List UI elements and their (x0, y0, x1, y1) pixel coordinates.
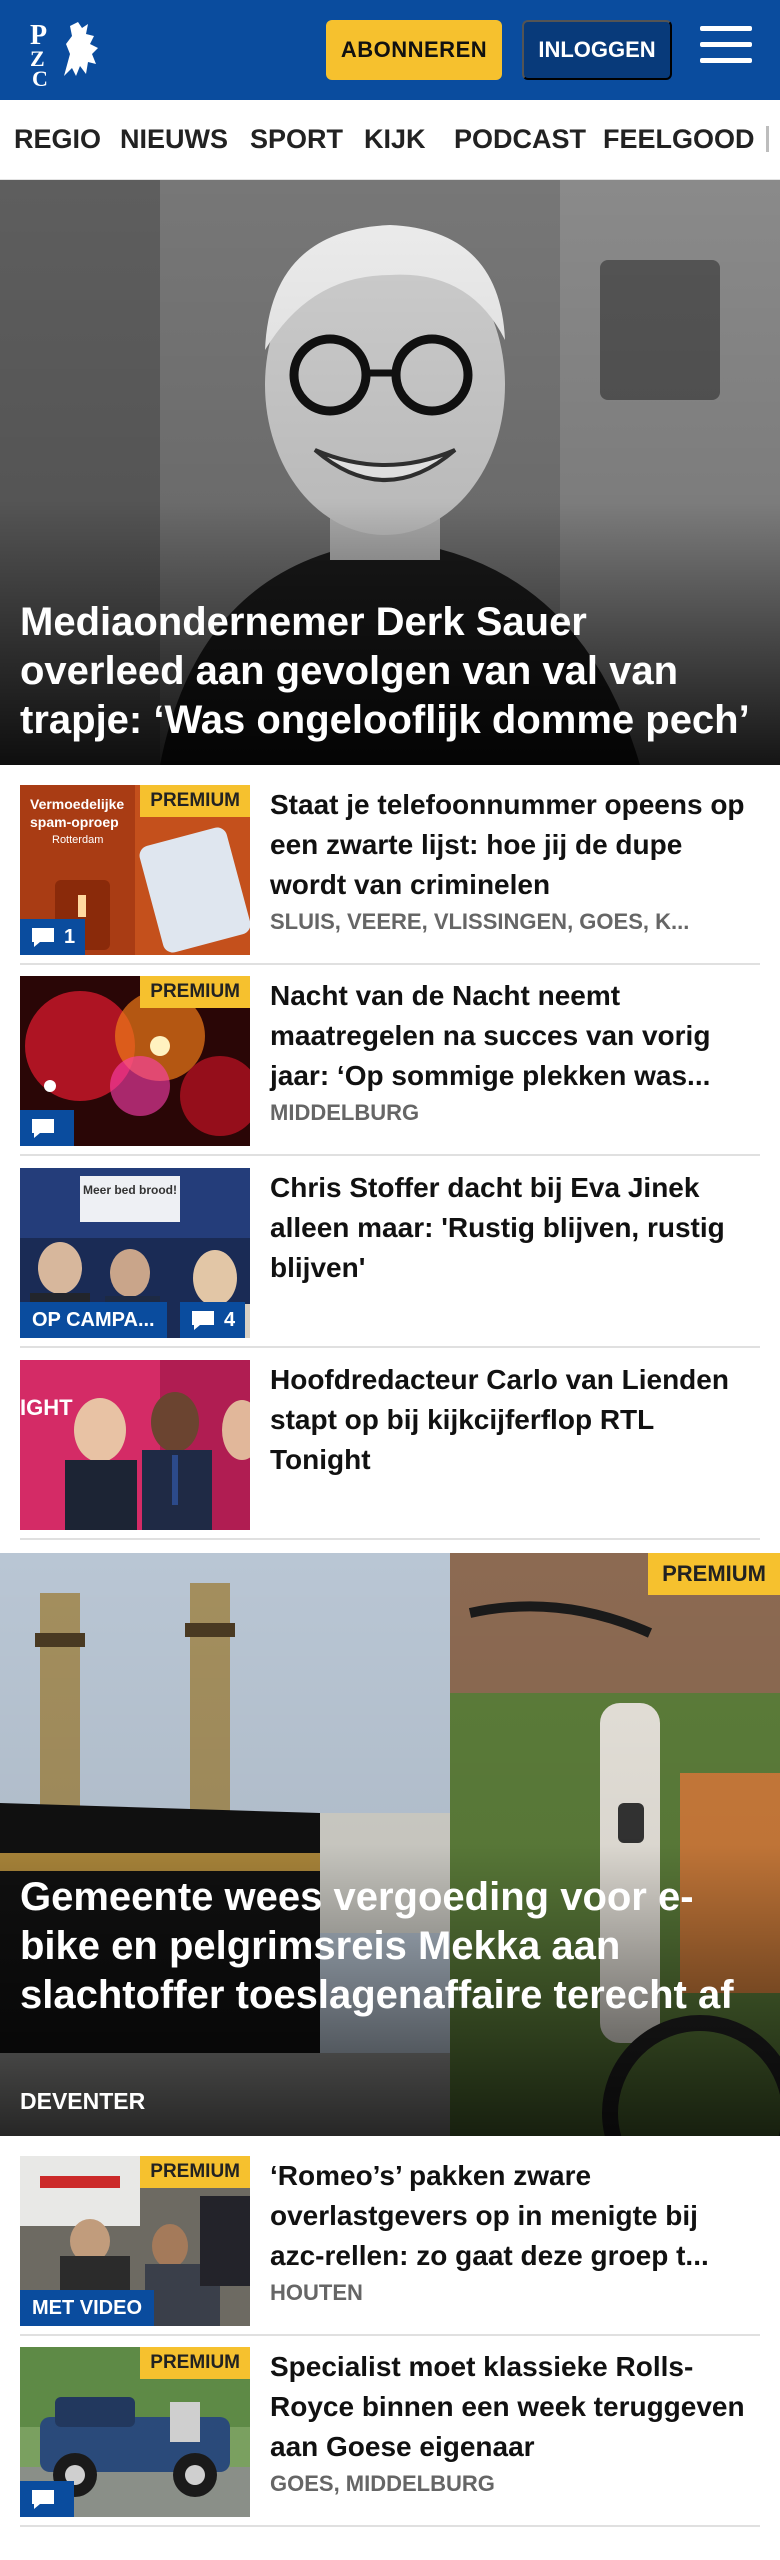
article-thumbnail: PREMIUM (20, 976, 250, 1146)
article-location: SLUIS, VEERE, VLISSINGEN, GOES, K... (270, 909, 690, 934)
hero-article[interactable]: Mediaondernemer Derk Sauer overleed aan … (0, 180, 780, 765)
article-location: MIDDELBURG (270, 1100, 420, 1125)
feature-article[interactable]: PREMIUM Gemeente wees vergoeding voor e-… (0, 1553, 780, 2136)
comment-icon (32, 2490, 54, 2509)
subscribe-button[interactable]: ABONNEREN (326, 20, 502, 80)
article-thumbnail: IGHT (20, 1360, 250, 1530)
svg-text:spam-oproep: spam-oproep (30, 814, 119, 830)
comment-icon (192, 1311, 214, 1330)
top-bar: P Z C ABONNEREN INLOGGEN (0, 0, 780, 100)
feature-location: DEVENTER (20, 2088, 146, 2114)
article-location: GOES, MIDDELBURG (270, 2471, 495, 2496)
svg-text:Rotterdam: Rotterdam (52, 834, 103, 846)
nav-overflow-indicator (766, 126, 769, 152)
comment-count[interactable] (20, 1110, 74, 1146)
svg-text:IGHT: IGHT (20, 1395, 73, 1420)
nav-item-feelgood[interactable]: FEELGOOD (603, 124, 755, 155)
pzc-logo[interactable]: P Z C (26, 14, 114, 91)
article-card[interactable]: PREMIUM Nacht van de Nacht neemt maatreg… (20, 976, 760, 1156)
article-headline[interactable]: Specialist moet klassieke Rolls-Royce bi… (270, 2347, 760, 2467)
comment-icon (32, 1119, 54, 1138)
svg-text:Meer bed brood!: Meer bed brood! (83, 1183, 177, 1197)
nav-item-sport[interactable]: SPORT (250, 124, 343, 155)
article-headline[interactable]: Nacht van de Nacht neemt maatregelen na … (270, 976, 760, 1096)
comment-count[interactable]: 1 (20, 919, 86, 955)
article-thumbnail: PREMIUM (20, 2347, 250, 2517)
article-headline[interactable]: Chris Stoffer dacht bij Eva Jinek alleen… (270, 1168, 760, 1288)
article-card[interactable]: Meer bed brood! OP CAMPA... 4 Chris Stof… (20, 1168, 760, 1348)
article-headline[interactable]: ‘Romeo’s’ pakken zware overlastgevers op… (270, 2156, 760, 2276)
article-card[interactable]: PREMIUM MET VIDEO ‘Romeo’s’ pakken zware… (20, 2156, 760, 2336)
menu-icon[interactable] (700, 26, 752, 72)
nav-item-kijk[interactable]: KIJK (364, 124, 426, 155)
premium-badge: PREMIUM (140, 785, 250, 817)
login-button[interactable]: INLOGGEN (522, 20, 672, 80)
article-thumbnail: Meer bed brood! OP CAMPA... 4 (20, 1168, 250, 1338)
feature-photo (0, 1553, 780, 2136)
premium-badge: PREMIUM (140, 976, 250, 1008)
category-label[interactable]: OP CAMPA... (20, 1302, 167, 1338)
comment-count[interactable]: 4 (180, 1302, 246, 1338)
feature-headline[interactable]: Gemeente wees vergoeding voor e-bike en … (20, 1873, 760, 2020)
premium-badge: PREMIUM (648, 1553, 780, 1595)
nav-item-podcast[interactable]: PODCAST (454, 124, 586, 155)
premium-badge: PREMIUM (140, 2156, 250, 2188)
comment-icon (32, 928, 54, 947)
svg-text:C: C (32, 66, 48, 86)
article-card[interactable]: IGHT Hoofdredacteur Carlo van Lienden st… (20, 1360, 760, 1540)
article-headline[interactable]: Hoofdredacteur Carlo van Lienden stapt o… (270, 1360, 760, 1480)
article-location: HOUTEN (270, 2280, 363, 2305)
article-card[interactable]: Vermoedelijke spam-oproep Rotterdam PREM… (20, 785, 760, 965)
article-headline[interactable]: Staat je telefoonnummer opeens op een zw… (270, 785, 760, 905)
article-card[interactable]: PREMIUM Specialist moet klassieke Rolls-… (20, 2347, 760, 2527)
hero-headline[interactable]: Mediaondernemer Derk Sauer overleed aan … (20, 598, 760, 745)
article-thumbnail: PREMIUM MET VIDEO (20, 2156, 250, 2326)
nav-item-nieuws[interactable]: NIEUWS (120, 124, 228, 155)
section-nav: REGIO NIEUWS SPORT KIJK PODCAST FEELGOOD (0, 100, 780, 180)
svg-text:Vermoedelijke: Vermoedelijke (30, 796, 124, 812)
comment-count[interactable] (20, 2481, 74, 2517)
nav-item-regio[interactable]: REGIO (14, 124, 101, 155)
video-label[interactable]: MET VIDEO (20, 2290, 155, 2326)
premium-badge: PREMIUM (140, 2347, 250, 2379)
article-thumbnail: Vermoedelijke spam-oproep Rotterdam PREM… (20, 785, 250, 955)
